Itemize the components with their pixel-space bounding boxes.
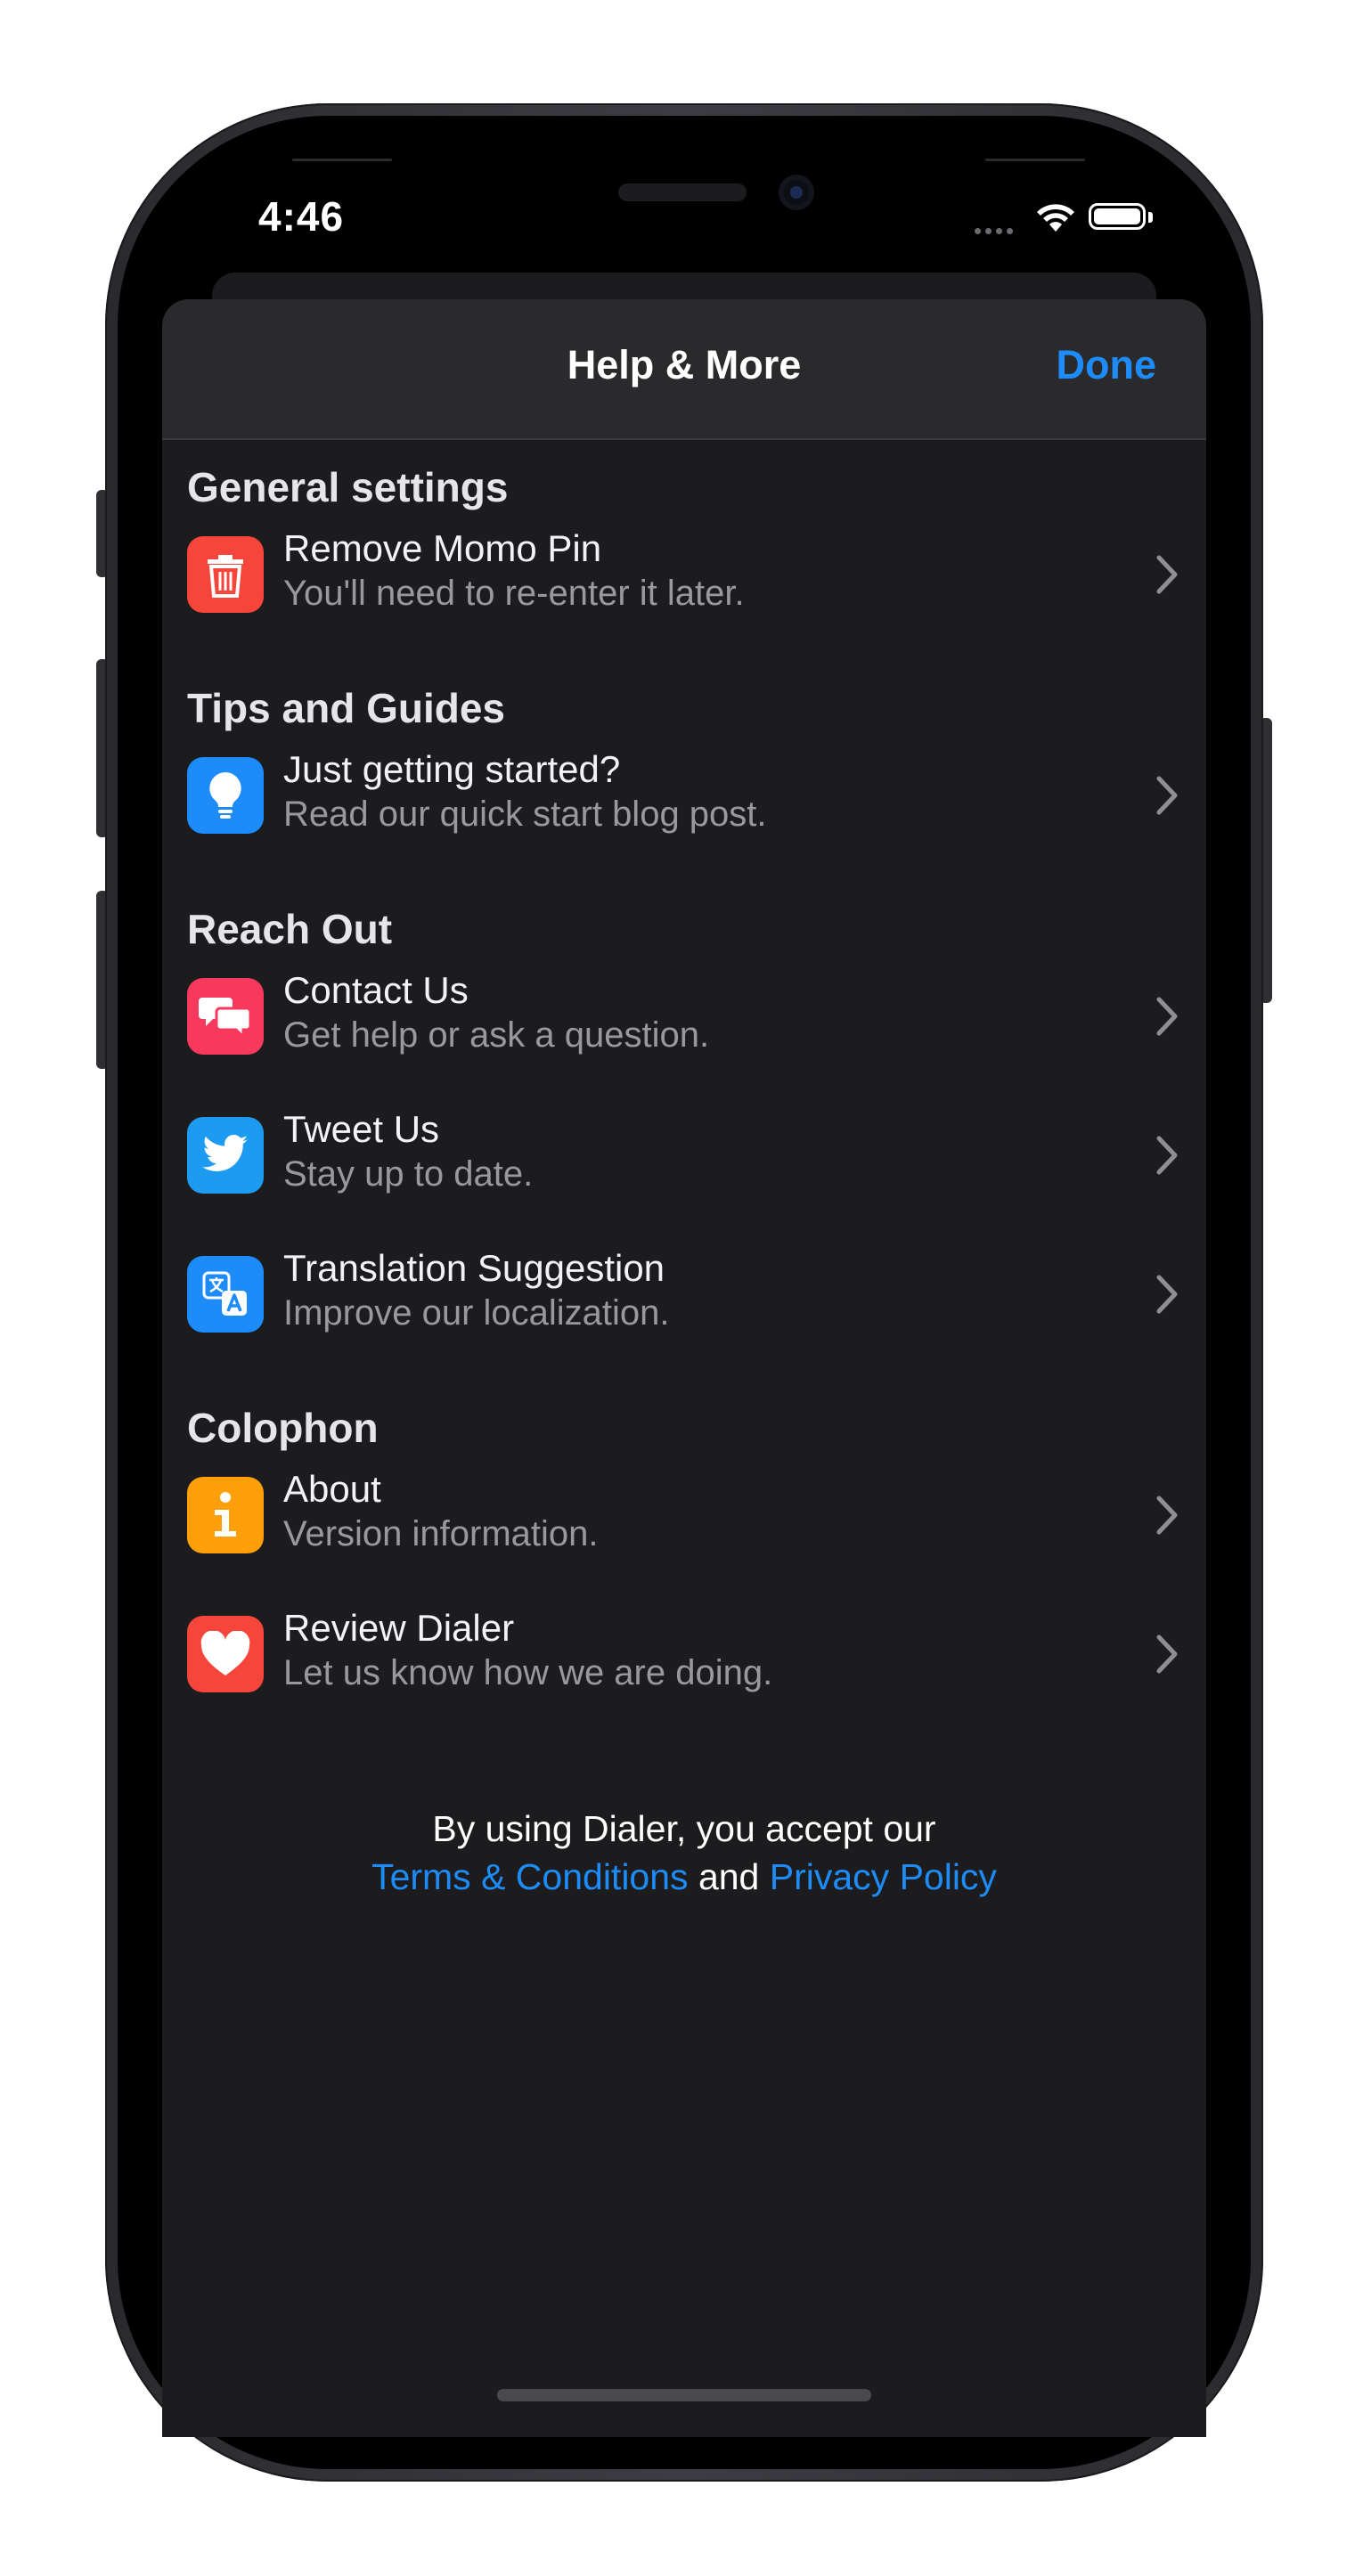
navigation-bar: Help & More Done — [162, 299, 1206, 440]
chat-bubbles-icon — [187, 978, 264, 1055]
row-review-dialer[interactable]: Review Dialer Let us know how we are doi… — [162, 1600, 1206, 1707]
page-title: Help & More — [567, 342, 802, 387]
row-translation-suggestion[interactable]: Translation Suggestion Improve our local… — [162, 1240, 1206, 1347]
section-header-colophon: Colophon — [187, 1405, 379, 1451]
row-subtitle: You'll need to re-enter it later. — [283, 574, 745, 613]
chevron-right-icon — [1156, 1496, 1178, 1535]
earpiece-speaker — [618, 183, 747, 201]
antenna-line — [985, 159, 1085, 161]
row-title: Remove Momo Pin — [283, 527, 602, 569]
row-subtitle: Stay up to date. — [283, 1154, 534, 1194]
info-icon — [187, 1477, 264, 1553]
row-remove-momo-pin[interactable]: Remove Momo Pin You'll need to re-enter … — [162, 520, 1206, 627]
antenna-line — [292, 159, 392, 161]
chevron-right-icon — [1156, 1275, 1178, 1314]
status-time: 4:46 — [258, 193, 345, 240]
chevron-right-icon — [1156, 1634, 1178, 1674]
chevron-right-icon — [1156, 555, 1178, 594]
legal-footer: By using Dialer, you accept our Terms & … — [162, 1805, 1206, 1901]
row-subtitle: Improve our localization. — [283, 1293, 670, 1333]
footer-links: Terms & Conditions and Privacy Policy — [162, 1853, 1206, 1901]
section-header-general-settings: General settings — [187, 464, 509, 510]
translate-icon — [187, 1256, 264, 1333]
chevron-right-icon — [1156, 776, 1178, 815]
home-indicator[interactable] — [497, 2389, 871, 2401]
row-contact-us[interactable]: Contact Us Get help or ask a question. — [162, 962, 1206, 1069]
lightbulb-icon — [187, 757, 264, 834]
terms-link[interactable]: Terms & Conditions — [371, 1856, 688, 1897]
row-subtitle: Read our quick start blog post. — [283, 795, 767, 834]
section-header-tips-and-guides: Tips and Guides — [187, 685, 505, 731]
done-button[interactable]: Done — [1057, 342, 1157, 388]
row-title: Translation Suggestion — [283, 1247, 665, 1289]
row-subtitle: Version information. — [283, 1514, 599, 1553]
row-tweet-us[interactable]: Tweet Us Stay up to date. — [162, 1101, 1206, 1208]
battery-nub — [1148, 212, 1153, 223]
battery-icon — [1089, 203, 1146, 230]
row-title: Contact Us — [283, 969, 469, 1011]
chevron-right-icon — [1156, 997, 1178, 1036]
front-camera — [779, 175, 814, 210]
row-title: Just getting started? — [283, 748, 621, 790]
twitter-bird-icon — [187, 1117, 264, 1194]
help-sheet: Help & More Done General settings Remove… — [162, 299, 1206, 2437]
row-subtitle: Get help or ask a question. — [283, 1015, 710, 1055]
trash-icon — [187, 536, 264, 613]
footer-and: and — [698, 1856, 760, 1897]
footer-text: By using Dialer, you accept our — [432, 1808, 936, 1849]
privacy-link[interactable]: Privacy Policy — [770, 1856, 997, 1897]
heart-icon — [187, 1616, 264, 1692]
row-title: Review Dialer — [283, 1607, 515, 1649]
row-just-getting-started[interactable]: Just getting started? Read our quick sta… — [162, 741, 1206, 848]
wifi-icon — [1037, 204, 1074, 232]
row-about[interactable]: About Version information. — [162, 1461, 1206, 1568]
row-title: Tweet Us — [283, 1108, 440, 1150]
row-subtitle: Let us know how we are doing. — [283, 1653, 773, 1692]
chevron-right-icon — [1156, 1136, 1178, 1175]
row-title: About — [283, 1468, 381, 1510]
section-header-reach-out: Reach Out — [187, 906, 393, 952]
